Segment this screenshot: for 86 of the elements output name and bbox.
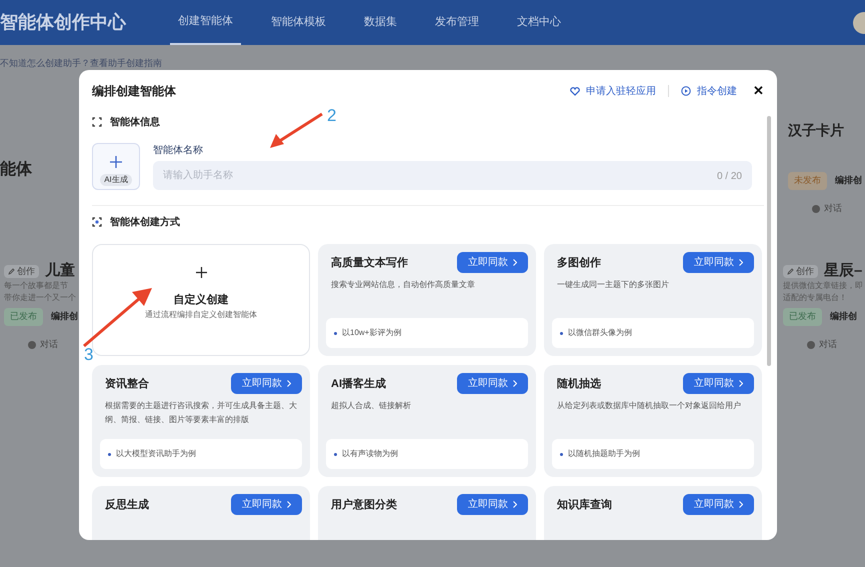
chat-icon — [807, 340, 815, 349]
mode-label: 编排创 — [830, 310, 857, 323]
card-title: 儿童 — [45, 261, 75, 281]
use-template-button[interactable]: 立即同款 — [683, 373, 754, 394]
char-counter: 0 / 20 — [716, 170, 742, 184]
card-title: 资讯整合 — [105, 376, 149, 392]
annotation-number: 2 — [327, 105, 336, 127]
nav-tab[interactable]: 创建智能体 — [170, 0, 241, 45]
use-template-button[interactable]: 立即同款 — [683, 252, 754, 273]
example-text: 以有声读物为例 — [342, 448, 398, 460]
scan-icon — [92, 217, 102, 227]
card-title: 用户意图分类 — [331, 498, 397, 513]
use-template-button[interactable]: 立即同款 — [231, 494, 302, 515]
plus-icon — [196, 267, 206, 278]
nav-tab[interactable]: 数据集 — [356, 0, 405, 45]
chevron-right-icon — [739, 380, 743, 387]
card-title: 随机抽选 — [557, 376, 601, 392]
card-description: 从给定列表或数据库中随机抽取一个对象返回给用户 — [557, 400, 742, 412]
plus-icon — [110, 156, 122, 168]
chat-icon — [28, 340, 36, 349]
example-text: 以大模型资讯助手为例 — [116, 448, 196, 460]
use-template-button[interactable]: 立即同款 — [457, 373, 528, 394]
chevron-right-icon — [287, 380, 291, 387]
chevron-right-icon — [513, 259, 517, 266]
use-template-button[interactable]: 立即同款 — [683, 494, 754, 515]
arrow-drawing — [82, 286, 154, 348]
apply-link[interactable]: 申请入驻轻应用 — [570, 84, 656, 98]
section-title: 智能体创建方式 — [110, 215, 180, 230]
status-badge: 已发布 — [783, 308, 822, 326]
nav-tab[interactable]: 发布管理 — [427, 0, 487, 45]
tag: 创作 — [783, 264, 818, 278]
card-title: 汉子卡片 — [788, 121, 844, 140]
chevron-right-icon — [513, 380, 517, 387]
app-title: 智能体创作中心 — [0, 11, 126, 34]
hint-text: 不知道怎么创建助手？查看助手创建指南 — [0, 57, 162, 70]
custom-create-card[interactable]: 自定义创建 通过流程编排自定义创建智能体 — [92, 244, 310, 356]
section-title: 智能体信息 — [110, 116, 160, 130]
chevron-right-icon — [287, 501, 291, 508]
use-template-button[interactable]: 立即同款 — [457, 252, 528, 273]
dialog-title: 编排创建智能体 — [92, 83, 176, 100]
chevron-right-icon — [513, 501, 517, 508]
heart-icon — [570, 86, 580, 96]
status-badge: 未发布 — [788, 172, 827, 190]
status-badge: 已发布 — [4, 308, 43, 326]
nav-tab[interactable]: 文档中心 — [509, 0, 569, 45]
card-title: 自定义创建 — [174, 292, 228, 308]
card-description: 适配的专属电台！ — [783, 292, 847, 304]
annotation-number: 3 — [84, 344, 94, 366]
play-icon — [681, 86, 691, 96]
card-description: 超拟人合成、链接解析 — [331, 400, 412, 412]
card-title: 知识库查询 — [557, 498, 612, 513]
frame-icon — [92, 117, 102, 127]
chat-label[interactable]: 对话 — [819, 338, 837, 352]
chat-label[interactable]: 对话 — [40, 338, 58, 352]
mode-label: 编排创 — [51, 310, 78, 323]
chat-icon — [812, 204, 820, 213]
card-description: 一键生成同一主题下的多张图片 — [557, 279, 670, 291]
use-template-button[interactable]: 立即同款 — [457, 494, 528, 515]
chat-label[interactable]: 对话 — [824, 202, 842, 216]
example-text: 以10w+影评为例 — [342, 327, 402, 339]
card-title: 高质量文本写作 — [331, 256, 408, 271]
card-title: AI播客生成 — [331, 376, 386, 392]
ai-generate-button[interactable]: AI生成 — [92, 143, 140, 190]
field-label: 智能体名称 — [153, 144, 204, 158]
card-description: 提供微信文章链接，即 — [783, 280, 863, 292]
arrow-drawing — [268, 112, 324, 150]
card-description: 根据需要的主题进行咨讯搜索，并可生成具备主题、大纲、简报、链接、图片等要素丰富的排版 — [105, 400, 298, 426]
card-title: 多图创作 — [557, 256, 601, 271]
chevron-right-icon — [739, 501, 743, 508]
section-heading: 能体 — [0, 160, 32, 180]
tag: 创作 — [4, 264, 39, 278]
card-title: 反思生成 — [105, 498, 149, 513]
example-text: 以随机抽题助手为例 — [568, 448, 640, 460]
mode-label: 编排创 — [835, 174, 862, 187]
pen-icon — [787, 268, 794, 275]
example-text: 以微信群头像为例 — [568, 327, 632, 339]
command-create-link[interactable]: 指令创建 — [681, 84, 737, 98]
close-button[interactable]: ✕ — [753, 81, 764, 101]
use-template-button[interactable]: 立即同款 — [231, 373, 302, 394]
card-description: 通过流程编排自定义创建智能体 — [145, 308, 257, 320]
nav-tab[interactable]: 智能体模板 — [263, 0, 334, 45]
pen-icon — [8, 268, 15, 275]
chevron-right-icon — [739, 259, 743, 266]
card-description: 搜索专业网站信息，自动创作高质量文章 — [331, 279, 476, 291]
scrollbar[interactable] — [767, 116, 771, 366]
card-title: 星辰– — [824, 261, 862, 281]
